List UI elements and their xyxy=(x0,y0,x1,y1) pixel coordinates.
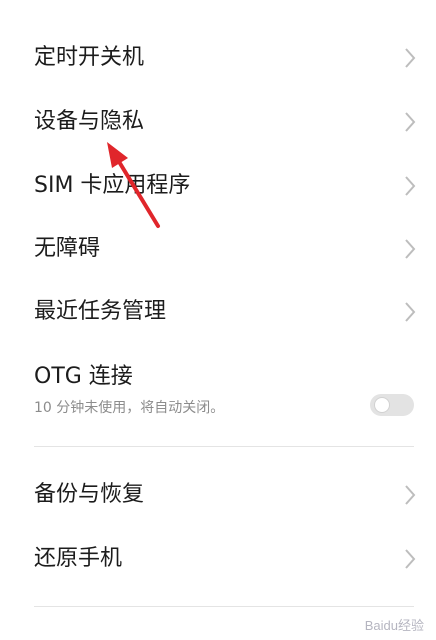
chevron-right-icon xyxy=(404,47,416,69)
settings-item-label: 定时开关机 xyxy=(34,45,145,70)
settings-item-label: 还原手机 xyxy=(34,546,123,571)
section-divider xyxy=(34,606,414,607)
settings-item-clipped[interactable]: ​ xyxy=(0,0,436,24)
chevron-right-icon xyxy=(404,301,416,323)
section-divider xyxy=(34,446,414,447)
settings-item-label: SIM 卡应用程序 xyxy=(34,173,191,198)
settings-item-label: 无障碍 xyxy=(34,236,101,261)
settings-item-label: 备份与恢复 xyxy=(34,482,145,507)
settings-item-accessibility[interactable]: 无障碍 xyxy=(0,217,436,281)
settings-item-sim-apps[interactable]: SIM 卡应用程序 xyxy=(0,154,436,218)
settings-page: ​ 定时开关机 设备与隐私 SIM 卡应用程序 无障碍 最近任务管理 OTG 连… xyxy=(0,0,436,640)
otg-toggle-switch[interactable] xyxy=(370,394,414,416)
settings-item-reset-phone[interactable]: 还原手机 xyxy=(0,527,436,591)
settings-item-label: 最近任务管理 xyxy=(34,299,167,324)
settings-item-label: OTG 连接 xyxy=(34,364,133,389)
settings-item-label: 设备与隐私 xyxy=(34,109,145,134)
settings-item-scheduled-power[interactable]: 定时开关机 xyxy=(0,26,436,90)
otg-description: 10 分钟未使用，将自动关闭。 xyxy=(34,400,225,416)
settings-item-recent-tasks[interactable]: 最近任务管理 xyxy=(0,280,436,344)
settings-item-device-privacy[interactable]: 设备与隐私 xyxy=(0,90,436,154)
baidu-watermark: Baidu经验 xyxy=(364,618,424,633)
chevron-right-icon xyxy=(404,484,416,506)
chevron-right-icon xyxy=(404,175,416,197)
chevron-right-icon xyxy=(404,238,416,260)
toggle-knob xyxy=(374,397,390,413)
chevron-right-icon xyxy=(404,548,416,570)
settings-item-backup-restore[interactable]: 备份与恢复 xyxy=(0,463,436,527)
chevron-right-icon xyxy=(404,111,416,133)
settings-item-otg[interactable]: OTG 连接 10 分钟未使用，将自动关闭。 xyxy=(0,344,436,434)
